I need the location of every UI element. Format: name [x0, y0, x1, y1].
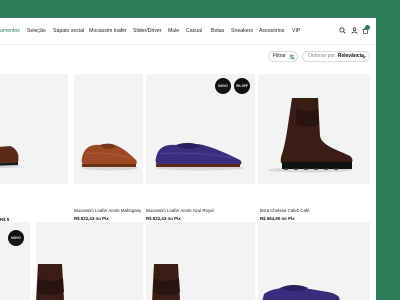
product-card[interactable]: NOVO 5% OFF Mocassim Loafer Acete Azul R…	[146, 74, 255, 234]
nav-item-casual[interactable]: Casual	[186, 28, 202, 34]
nav-item-selecao[interactable]: Seleção	[27, 28, 46, 34]
product-card[interactable]: R$ 5	[0, 74, 68, 234]
product-card[interactable]	[258, 222, 370, 300]
product-name[interactable]: Mocassim Loafer Acete Mahogany	[74, 208, 141, 213]
nav-item-mocassim-loafer[interactable]: Mocassim loafer	[89, 28, 127, 34]
boot-image	[36, 264, 64, 300]
sort-value: Relevância	[337, 53, 364, 59]
category-nav: amentos Seleção Sapato social Mocassim l…	[0, 18, 376, 45]
nav-item-acabamentos[interactable]: amentos	[0, 28, 20, 34]
product-image[interactable]	[36, 222, 143, 300]
chevron-down-icon	[361, 55, 367, 59]
nav-item-sapato-social[interactable]: Sapato social	[53, 28, 84, 34]
product-card[interactable]: Mocassim Loafer Acete Mahogany R$ 522,43…	[74, 74, 143, 234]
filter-button[interactable]: Filtrar	[268, 51, 298, 62]
product-name[interactable]: Bota Chelsea Caleb Café	[260, 208, 310, 213]
shoe-image	[81, 143, 138, 171]
boot-image	[152, 264, 180, 300]
discount-badge: 5% OFF	[234, 78, 250, 94]
new-badge: NOVO	[215, 78, 231, 94]
product-price: R$ 522,43 no Pix	[146, 216, 181, 221]
store-window: amentos Seleção Sapato social Mocassim l…	[0, 18, 376, 300]
nav-item-slider-driver[interactable]: Slider/Driver	[133, 28, 162, 34]
nav-item-vip[interactable]: VIP	[292, 28, 300, 34]
sort-label: Ordenar por:	[308, 53, 337, 59]
product-card[interactable]	[146, 222, 255, 300]
nav-item-acessorios[interactable]: Acessórios	[259, 28, 284, 34]
nav-item-botas[interactable]: Botas	[211, 28, 224, 34]
product-price: R$ 522,43 no Pix	[74, 216, 109, 221]
product-price: R$ 664,90 no Pix	[260, 216, 295, 221]
shoe-image	[0, 146, 20, 168]
cart-count-badge	[365, 25, 370, 30]
product-image[interactable]	[258, 74, 370, 184]
new-badge: NOVO	[8, 230, 24, 246]
shoe-image	[262, 285, 340, 300]
product-image[interactable]	[74, 74, 143, 184]
filter-label: Filtrar	[273, 53, 286, 59]
sort-select[interactable]: Ordenar por: Relevância	[302, 51, 370, 62]
user-icon[interactable]	[351, 27, 358, 34]
product-card[interactable]: NOVO	[0, 222, 30, 300]
product-image[interactable]	[146, 222, 255, 300]
product-name[interactable]: Mocassim Loafer Acete Azul Royal	[146, 208, 214, 213]
search-icon[interactable]	[339, 27, 346, 34]
boot-image	[268, 98, 353, 173]
product-image[interactable]: NOVO	[0, 222, 30, 300]
product-image[interactable]: NOVO 5% OFF	[146, 74, 255, 184]
filter-icon	[289, 54, 295, 60]
product-card[interactable]	[36, 222, 143, 300]
product-image[interactable]	[258, 222, 370, 300]
nav-item-sneakers[interactable]: Sneakers	[231, 28, 253, 34]
nav-item-mule[interactable]: Mule	[168, 28, 179, 34]
product-card[interactable]: Bota Chelsea Caleb Café R$ 664,90 no Pix…	[258, 74, 370, 234]
product-image[interactable]	[0, 74, 68, 184]
